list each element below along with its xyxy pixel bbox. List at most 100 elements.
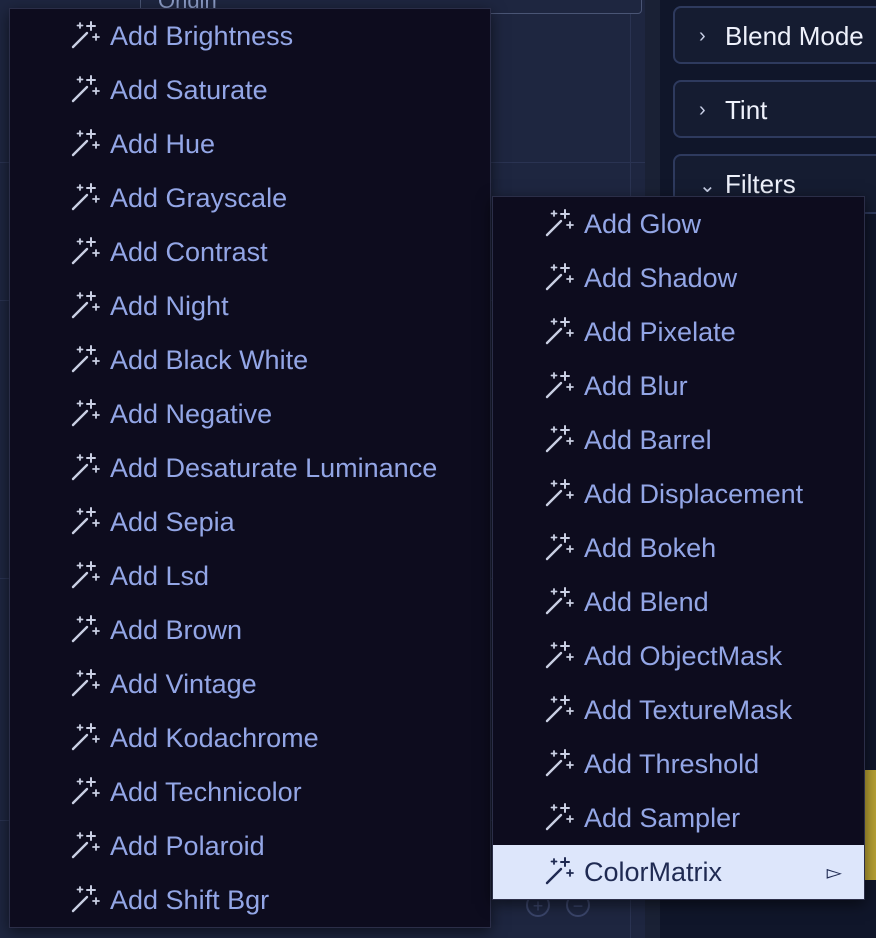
menu-item-label: Add Brightness <box>110 21 294 51</box>
menu-item-label: Add Night <box>110 291 229 321</box>
menu-item-label: Add Vintage <box>110 669 257 699</box>
menu-item-label: Add Brown <box>110 615 243 645</box>
menu-item[interactable]: Add Brightness <box>10 9 490 63</box>
menu-item[interactable]: Add Black White <box>10 333 490 387</box>
menu-item[interactable]: Add TextureMask <box>493 683 864 737</box>
menu-item[interactable]: Add Vintage <box>10 657 490 711</box>
filters-context-menu: Add Brightness Add Saturate Add Hue Add Gra… <box>9 8 491 928</box>
chevron-down-icon: ⌄ <box>699 175 716 197</box>
menu-item-label: Add Negative <box>110 399 273 429</box>
magic-wand-icon <box>69 829 101 861</box>
menu-item[interactable]: ColorMatrix ▻ <box>493 845 864 899</box>
chevron-right-icon: › <box>699 99 706 121</box>
magic-wand-icon <box>69 181 101 213</box>
chevron-right-icon: › <box>699 25 706 47</box>
menu-item-label: Add Lsd <box>110 561 210 591</box>
menu-item-label: Add Barrel <box>584 425 712 455</box>
menu-item-label: Add Grayscale <box>110 183 288 213</box>
menu-item[interactable]: Add Brown <box>10 603 490 657</box>
magic-wand-icon <box>543 801 575 833</box>
menu-item-label: Add Blend <box>584 587 709 617</box>
magic-wand-icon <box>69 451 101 483</box>
menu-item-label: Add Pixelate <box>584 317 736 347</box>
menu-item-label: Add Shift Bgr <box>110 885 270 915</box>
menu-item[interactable]: Add Blend <box>493 575 864 629</box>
menu-item[interactable]: Add Technicolor <box>10 765 490 819</box>
menu-item-label: Add Black White <box>110 345 309 375</box>
magic-wand-icon <box>69 235 101 267</box>
magic-wand-icon <box>543 531 575 563</box>
magic-wand-icon <box>543 369 575 401</box>
menu-item[interactable]: Add Shift Bgr <box>10 873 490 927</box>
menu-item-label: Add Saturate <box>110 75 268 105</box>
menu-item-label: Add Displacement <box>584 479 804 509</box>
panel-row-label: Blend Mode <box>725 21 864 51</box>
menu-item[interactable]: Add Kodachrome <box>10 711 490 765</box>
menu-item[interactable]: Add Barrel <box>493 413 864 467</box>
magic-wand-icon <box>69 127 101 159</box>
menu-item-label: Add Polaroid <box>110 831 265 861</box>
menu-item[interactable]: Add Grayscale <box>10 171 490 225</box>
magic-wand-icon <box>69 883 101 915</box>
magic-wand-icon <box>543 261 575 293</box>
menu-item-label: ColorMatrix <box>584 857 723 887</box>
magic-wand-icon <box>69 721 101 753</box>
menu-item-label: Add Desaturate Luminance <box>110 453 438 483</box>
menu-item[interactable]: Add Lsd <box>10 549 490 603</box>
menu-item[interactable]: Add Bokeh <box>493 521 864 575</box>
menu-item-label: Add Shadow <box>584 263 738 293</box>
magic-wand-icon <box>69 397 101 429</box>
menu-item[interactable]: Add Shadow <box>493 251 864 305</box>
menu-item[interactable]: Add Displacement <box>493 467 864 521</box>
menu-item-label: Add Sepia <box>110 507 235 537</box>
magic-wand-icon <box>543 693 575 725</box>
magic-wand-icon <box>69 343 101 375</box>
magic-wand-icon <box>543 207 575 239</box>
magic-wand-icon <box>543 477 575 509</box>
menu-item-label: Add Threshold <box>584 749 760 779</box>
menu-item[interactable]: Add Contrast <box>10 225 490 279</box>
menu-item[interactable]: Add Desaturate Luminance <box>10 441 490 495</box>
panel-row-label: Tint <box>725 95 768 125</box>
menu-item[interactable]: Add Polaroid <box>10 819 490 873</box>
magic-wand-icon <box>543 315 575 347</box>
panel-row-blend-mode[interactable]: › Blend Mode <box>673 6 876 64</box>
menu-item[interactable]: Add Sepia <box>10 495 490 549</box>
menu-item-label: Add Blur <box>584 371 688 401</box>
menu-item[interactable]: Add Night <box>10 279 490 333</box>
menu-item-label: Add Kodachrome <box>110 723 319 753</box>
menu-item-label: Add Contrast <box>110 237 268 267</box>
magic-wand-icon <box>69 667 101 699</box>
menu-item-label: Add Technicolor <box>110 777 302 807</box>
magic-wand-icon <box>69 613 101 645</box>
magic-wand-icon <box>543 423 575 455</box>
menu-item-label: Add ObjectMask <box>584 641 783 671</box>
magic-wand-icon <box>69 559 101 591</box>
magic-wand-icon <box>69 289 101 321</box>
submenu-arrow-icon: ▻ <box>826 862 842 884</box>
menu-item[interactable]: Add Sampler <box>493 791 864 845</box>
menu-item[interactable]: Add ObjectMask <box>493 629 864 683</box>
menu-item[interactable]: Add Threshold <box>493 737 864 791</box>
panel-row-tint[interactable]: › Tint <box>673 80 876 138</box>
magic-wand-icon <box>69 73 101 105</box>
magic-wand-icon <box>543 855 575 887</box>
magic-wand-icon <box>543 585 575 617</box>
magic-wand-icon <box>543 747 575 779</box>
filters-submenu: Add Glow Add Shadow Add Pixelate Add Blur Ad… <box>492 196 865 900</box>
menu-item[interactable]: Add Saturate <box>10 63 490 117</box>
menu-item-label: Add Sampler <box>584 803 741 833</box>
menu-item[interactable]: Add Blur <box>493 359 864 413</box>
menu-item[interactable]: Add Hue <box>10 117 490 171</box>
magic-wand-icon <box>69 19 101 51</box>
menu-item[interactable]: Add Pixelate <box>493 305 864 359</box>
menu-item-label: Add TextureMask <box>584 695 793 725</box>
menu-item-label: Add Hue <box>110 129 216 159</box>
magic-wand-icon <box>69 775 101 807</box>
menu-item-label: Add Bokeh <box>584 533 717 563</box>
menu-item[interactable]: Add Negative <box>10 387 490 441</box>
magic-wand-icon <box>543 639 575 671</box>
magic-wand-icon <box>69 505 101 537</box>
menu-item[interactable]: Add Glow <box>493 197 864 251</box>
menu-item-label: Add Glow <box>584 209 702 239</box>
